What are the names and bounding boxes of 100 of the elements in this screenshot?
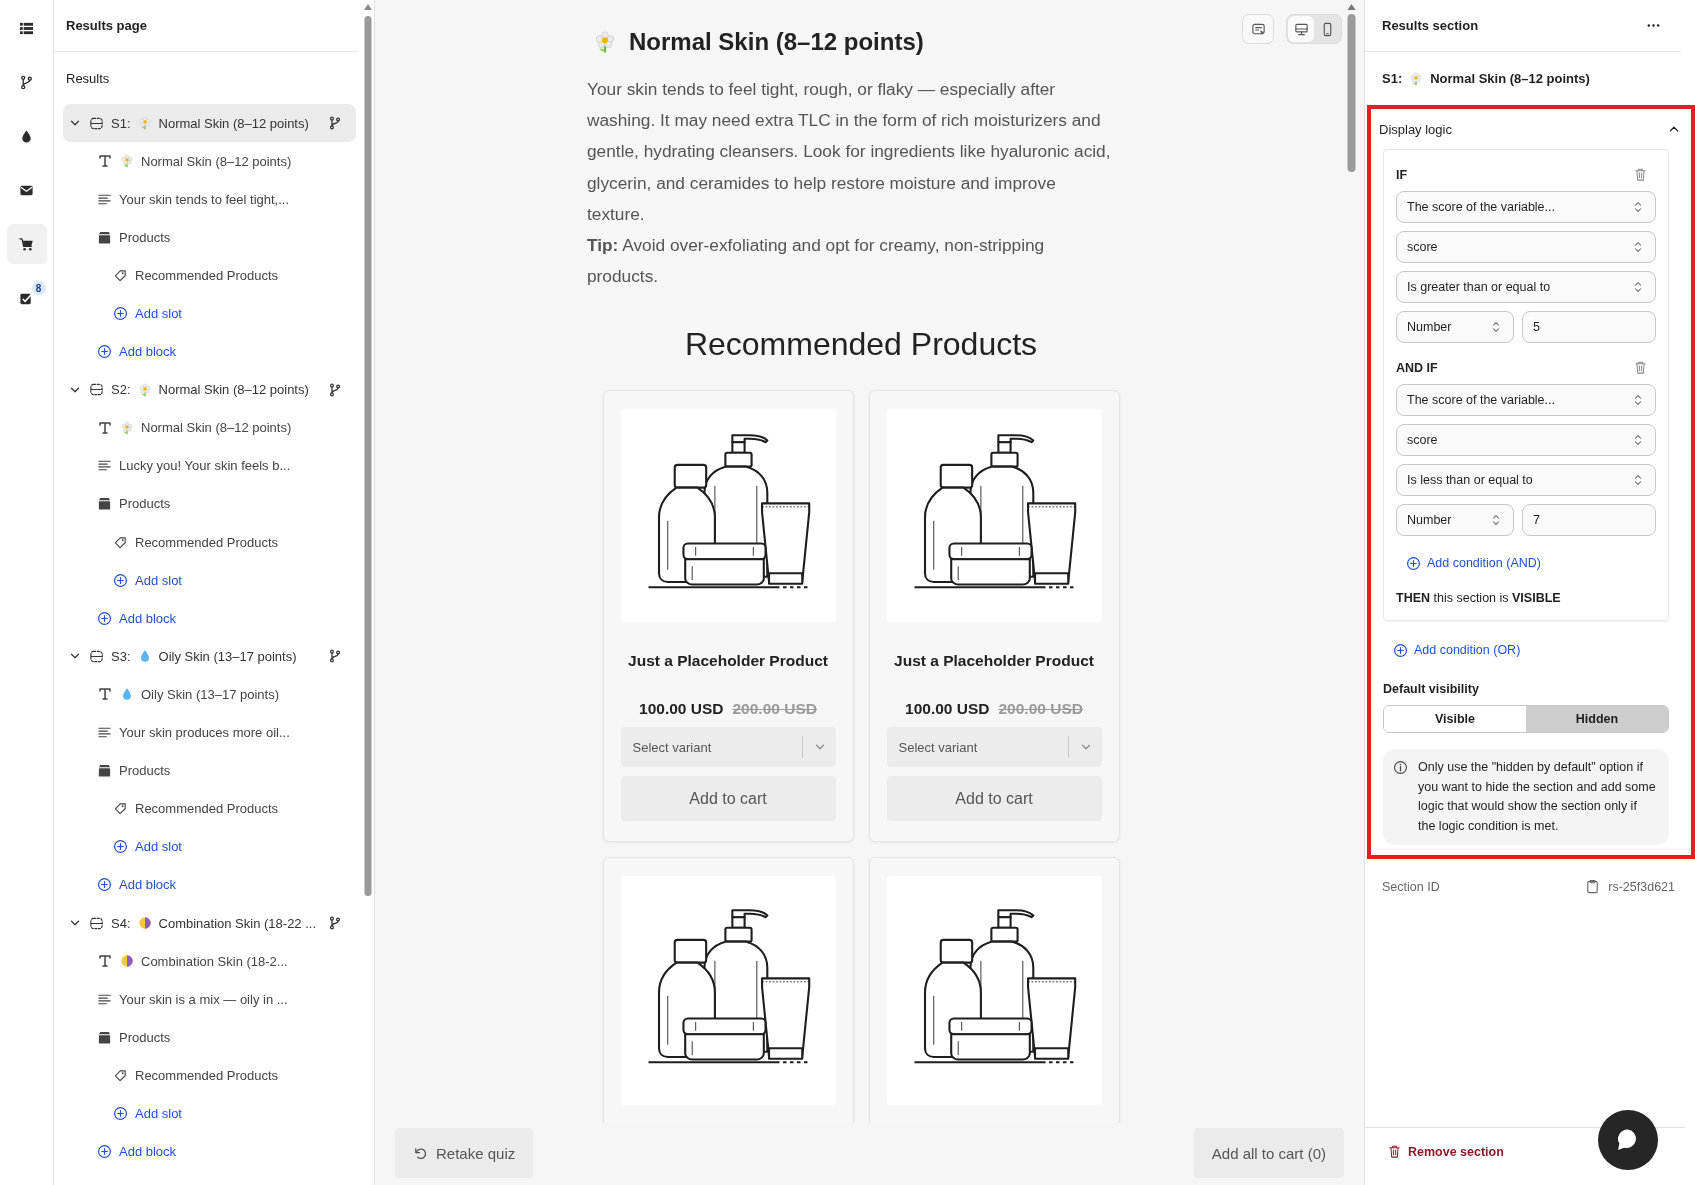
add-condition-link[interactable]: Add condition (OR) — [1383, 633, 1521, 667]
add-button[interactable]: Add slot — [63, 827, 356, 866]
display-logic-toggle[interactable]: Display logic — [1379, 109, 1681, 149]
result-description: Your skin tends to feel tight, rough, or flaky — especially after washing. It may need extra TLC in the form of rich moisturizers and gentle, hydrating cleansers. Look for ingredients like hyaluronic acid, glycerin, and ceramides to help restore moisture and improve texture. — [587, 78, 1112, 226]
tree-item[interactable]: Products — [63, 484, 356, 524]
tree-item[interactable]: Your skin is a mix — oily in ... — [63, 980, 356, 1019]
box-icon — [97, 1029, 112, 1045]
add-condition-link[interactable]: Add condition (AND) — [1396, 546, 1541, 580]
add-button[interactable]: Add block — [63, 865, 356, 904]
tree-item[interactable]: Recommended Products — [63, 256, 356, 295]
plus-circle-icon — [113, 572, 128, 588]
variant-select[interactable]: Select variant — [620, 727, 836, 768]
section-icon — [89, 382, 104, 398]
tree-item[interactable]: S1: Normal Skin (8–12 points) — [63, 104, 356, 143]
info-icon — [1393, 760, 1408, 775]
add-button[interactable]: Add block — [63, 599, 356, 638]
source-select[interactable]: The score of the variable... — [1396, 191, 1656, 223]
retake-button[interactable]: Retake quiz — [395, 1128, 534, 1178]
text-type-icon — [97, 419, 113, 436]
tag-icon — [113, 801, 128, 817]
plus-circle-icon — [113, 306, 128, 321]
add-button[interactable]: Add slot — [63, 294, 356, 333]
tree-item[interactable]: Combination Skin (18-2... — [63, 942, 356, 981]
chat-button[interactable] — [1598, 1110, 1658, 1170]
field-label: Default visibility — [1383, 681, 1480, 698]
then-statement: THEN this section is VISIBLE — [1396, 590, 1562, 607]
tree-item[interactable]: Normal Skin (8–12 points) — [63, 142, 356, 181]
tree-item[interactable]: Products — [63, 751, 356, 790]
tree-item[interactable]: Products — [63, 218, 356, 257]
rail-button[interactable] — [6, 224, 47, 264]
trash-icon — [1633, 167, 1648, 182]
info-text: Only use the "hidden by default" option if you want to hide the section and add some logic that would show the section only if the logic condition is met. — [1418, 759, 1657, 835]
tree-item[interactable]: Products — [63, 1018, 356, 1057]
delete-button[interactable] — [1633, 360, 1648, 375]
variable-select[interactable]: score — [1396, 231, 1656, 263]
box-icon — [97, 229, 112, 245]
branch-icon — [328, 916, 342, 930]
add-button[interactable]: Add slot — [63, 1094, 356, 1133]
text-type-icon — [97, 153, 113, 170]
add-to-cart-button[interactable]: Add to cart — [620, 776, 836, 822]
inspect-button[interactable] — [1242, 14, 1274, 44]
type-select[interactable]: Number — [1396, 311, 1514, 343]
delete-button[interactable] — [1633, 167, 1648, 182]
tree-item[interactable]: S2: Normal Skin (8–12 points) — [63, 370, 356, 409]
half-circle-icon — [137, 916, 152, 930]
text-type-icon — [97, 953, 113, 970]
remove-section-button[interactable]: Remove section — [1387, 1144, 1504, 1159]
variant-select[interactable]: Select variant — [886, 727, 1102, 768]
select-element-icon — [1250, 21, 1266, 37]
add-button[interactable]: Add slot — [63, 561, 356, 600]
desktop-icon — [1293, 21, 1309, 37]
flower-icon — [137, 116, 152, 131]
flower-icon — [120, 420, 134, 435]
operator-select[interactable]: Is greater than or equal to — [1396, 271, 1656, 303]
visibility-option[interactable]: Hidden — [1526, 706, 1668, 732]
tree-item[interactable]: Recommended Products — [63, 789, 356, 828]
plus-circle-icon — [113, 1106, 128, 1121]
flower-icon — [137, 382, 152, 397]
value-field[interactable]: 5 — [1522, 311, 1656, 343]
panel-title: Results section — [1382, 18, 1479, 33]
value-field[interactable]: 7 — [1522, 504, 1656, 536]
tag-icon — [113, 534, 128, 550]
tree-item[interactable]: Recommended Products — [63, 1056, 356, 1095]
tag-icon — [113, 267, 128, 283]
panel-title: Results page — [54, 0, 358, 52]
condition-label: IF — [1396, 167, 1408, 182]
condition-label: AND IF — [1396, 360, 1438, 375]
text-type-icon — [97, 686, 113, 703]
compare-price: 200.00 USD — [998, 700, 1083, 719]
add-to-cart-button[interactable]: Add to cart — [886, 776, 1102, 822]
tree-item[interactable]: S4: Combination Skin (18-22 ... — [63, 903, 356, 943]
plus-circle-icon — [1406, 555, 1421, 571]
tree-item[interactable]: Your skin tends to feel tight,... — [63, 180, 356, 219]
type-select[interactable]: Number — [1396, 504, 1514, 536]
plus-circle-icon — [97, 1144, 112, 1160]
tree-item[interactable]: Normal Skin (8–12 points) — [63, 408, 356, 447]
device-button[interactable] — [1288, 16, 1314, 42]
tree-item[interactable]: S3: Oily Skin (13–17 points) — [63, 637, 356, 676]
tree-item[interactable]: Oily Skin (13–17 points) — [63, 675, 356, 714]
tree-item[interactable]: Lucky you! Your skin feels b... — [63, 446, 356, 485]
source-select[interactable]: The score of the variable... — [1396, 384, 1656, 416]
section-icon — [89, 915, 104, 931]
tree-item[interactable]: Your skin produces more oil... — [63, 713, 356, 752]
tree-root-label: Results — [65, 69, 111, 88]
rail-button[interactable]: 8 — [6, 278, 47, 318]
add-button[interactable]: Add block — [63, 332, 356, 371]
add-button[interactable]: Add block — [63, 1132, 356, 1171]
variable-select[interactable]: score — [1396, 424, 1656, 456]
undo-icon — [413, 1145, 428, 1161]
scrollbar[interactable] — [1347, 4, 1356, 174]
box-icon — [97, 763, 112, 779]
branch-icon — [19, 74, 34, 90]
add-all-to-cart-button[interactable]: Add all to cart (0) — [1193, 1128, 1344, 1178]
tree-item[interactable]: Recommended Products — [63, 523, 356, 562]
price: 100.00 USD — [639, 700, 724, 719]
operator-select[interactable]: Is less than or equal to — [1396, 464, 1656, 496]
result-title: Normal Skin (8–12 points) — [629, 28, 924, 56]
branch-icon — [328, 116, 342, 131]
result-description: Tip: Avoid over-exfoliating and opt for creamy, non-stripping products. — [587, 234, 1046, 289]
field-label: Section ID — [1382, 879, 1440, 894]
